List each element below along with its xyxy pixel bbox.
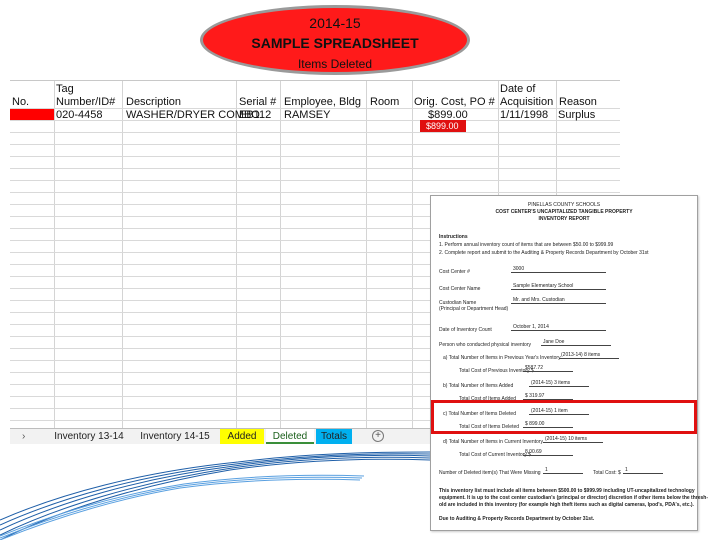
row-marker-fill bbox=[10, 109, 54, 120]
report-note-2: equipment. It is up to the cost center c… bbox=[439, 495, 709, 501]
title-year: 2014-15 bbox=[309, 15, 361, 31]
prev-items-value: (2013-14) 8 items bbox=[559, 352, 619, 359]
current-items-value: (2014-15) 10 items bbox=[543, 436, 603, 443]
cost-center-name-label: Cost Center Name bbox=[439, 286, 481, 292]
report-note-4: Due to Auditing & Property Records Depar… bbox=[439, 516, 595, 522]
report-note-1: This inventory list must include all ite… bbox=[439, 488, 695, 494]
person-value: Jane Doe bbox=[541, 339, 611, 346]
report-note-3: old are included in this inventory (for … bbox=[439, 502, 694, 508]
header-description: Description bbox=[126, 96, 182, 108]
cost-center-label: Cost Center # bbox=[439, 269, 470, 275]
total-cost-value: 1 bbox=[623, 467, 663, 474]
person-label: Person who conducted physical inventory bbox=[439, 342, 531, 348]
added-items-value: (2014-15) 3 items bbox=[529, 380, 589, 387]
current-cost-label: Total Cost of Current Inventory $ bbox=[459, 452, 531, 458]
inventory-report: PINELLAS COUNTY SCHOOLS COST CENTER'S UN… bbox=[430, 195, 708, 531]
header-tag-top: Tag bbox=[56, 83, 74, 95]
added-items-label: b) Total Number of Items Added bbox=[443, 383, 514, 389]
date-label: Date of Inventory Count bbox=[439, 327, 492, 333]
cell-tag[interactable]: 020-4458 bbox=[56, 109, 103, 121]
decorative-swirls bbox=[0, 451, 430, 540]
header-no: No. bbox=[12, 96, 30, 108]
report-header-2: COST CENTER'S UNCAPITALIZED TANGIBLE PRO… bbox=[495, 209, 633, 215]
header-tag-number: Number/ID# bbox=[56, 96, 116, 108]
cell-employee[interactable]: RAMSEY bbox=[284, 109, 330, 121]
instructions-label: Instructions bbox=[439, 234, 468, 240]
missing-label: Number of Deleted item(s) That Were Miss… bbox=[439, 470, 541, 476]
current-items-label: d) Total Number of Items in Current Inve… bbox=[443, 439, 543, 445]
header-employee: Employee, Bldg bbox=[284, 96, 362, 108]
deleted-section-highlight bbox=[431, 400, 697, 434]
header-room: Room bbox=[370, 96, 400, 108]
header-cost: Orig. Cost, PO # bbox=[414, 96, 495, 108]
header-reason: Reason bbox=[559, 96, 597, 108]
cell-reason[interactable]: Surplus bbox=[558, 109, 595, 121]
cost-center-name-value: Sample Elementary School bbox=[511, 283, 606, 290]
header-date-top: Date of bbox=[500, 83, 536, 95]
total-cost-label: Total Cost: $ bbox=[593, 470, 621, 476]
instruction-2: 2. Complete report and submit to the Aud… bbox=[439, 250, 649, 256]
title-main: SAMPLE SPREADSHEET bbox=[251, 35, 419, 51]
current-cost-value: 8,00.69 bbox=[523, 449, 573, 456]
cell-serial[interactable]: EB112 bbox=[239, 109, 271, 121]
prev-items-label: a) Total Number of Items in Previous Yea… bbox=[443, 355, 561, 361]
added-cost-value: $ 319.97 bbox=[523, 393, 573, 400]
report-header-1: PINELLAS COUNTY SCHOOLS bbox=[527, 202, 601, 208]
custodian-value: Mr. and Mrs. Custodian bbox=[511, 297, 606, 304]
title-subtitle: Items Deleted bbox=[297, 57, 373, 71]
date-value: October 1, 2014 bbox=[511, 324, 606, 331]
custodian-sub: (Principal or Department Head) bbox=[439, 306, 509, 312]
cell-date[interactable]: 1/11/1998 bbox=[500, 109, 548, 121]
instruction-1: 1. Perform annual inventory count of ite… bbox=[439, 242, 614, 248]
prev-cost-value: $587.72 bbox=[523, 365, 573, 372]
cost-center-value: 3000 bbox=[511, 266, 606, 273]
cost-highlight-badge: $899.00 bbox=[420, 120, 466, 132]
header-acquisition: Acquisition bbox=[500, 96, 554, 108]
header-serial: Serial # bbox=[239, 96, 277, 108]
title-oval: 2014-15 SAMPLE SPREADSHEET Items Deleted bbox=[200, 5, 470, 75]
report-header-3: INVENTORY REPORT bbox=[538, 216, 590, 222]
missing-value: 1 bbox=[543, 467, 583, 474]
